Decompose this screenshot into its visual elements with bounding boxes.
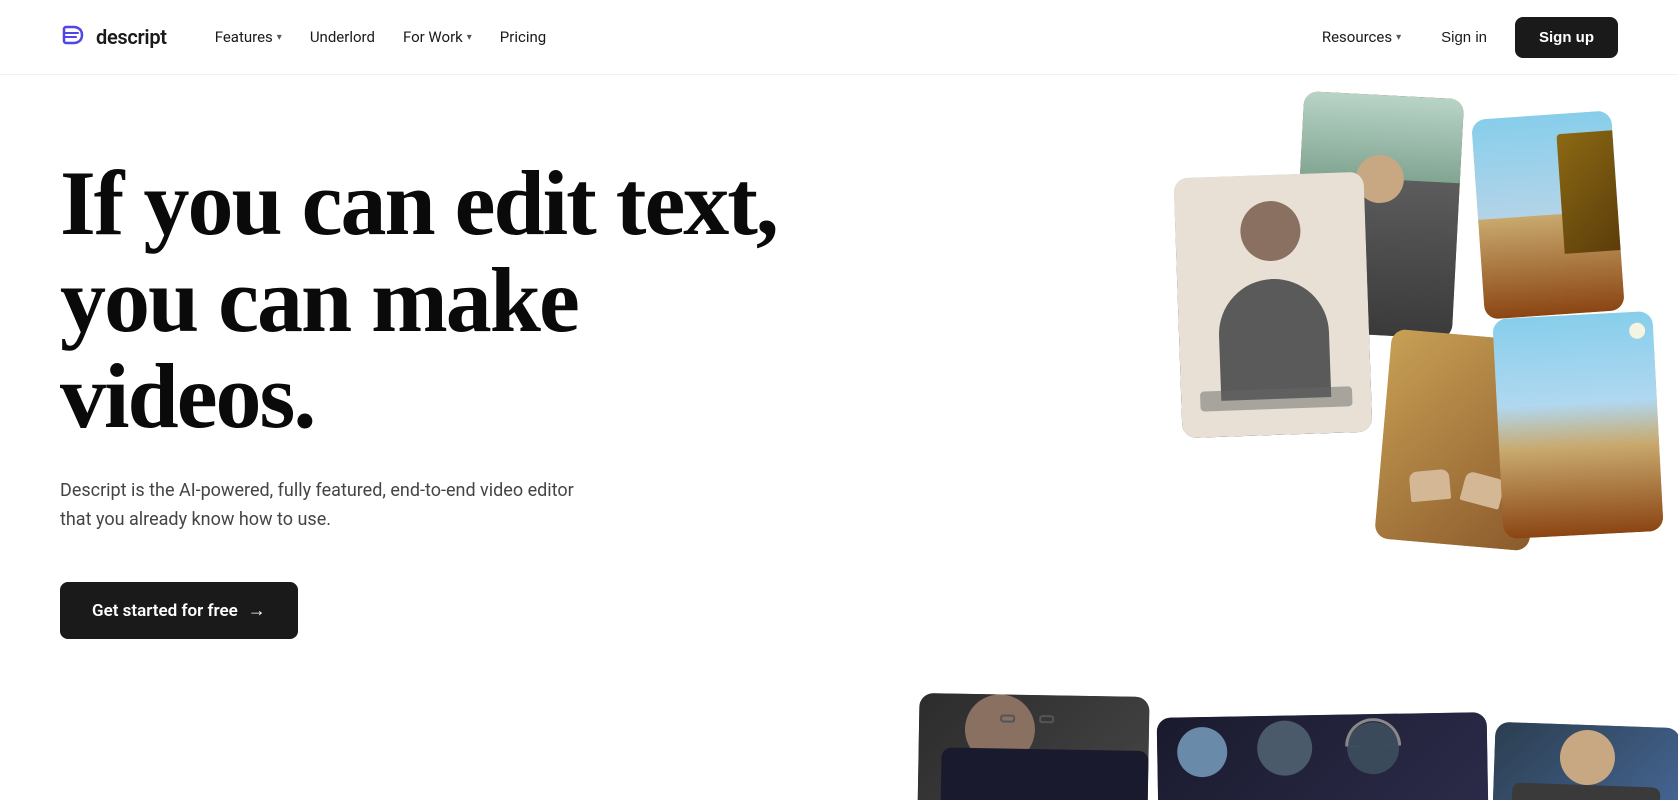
nav-features[interactable]: Features ▾ (203, 20, 294, 54)
nav-left: descript Features ▾ Underlord For Work ▾… (60, 20, 558, 54)
photo-card-7 (1157, 712, 1490, 800)
navbar: descript Features ▾ Underlord For Work ▾… (0, 0, 1678, 75)
resources-chevron-icon: ▾ (1396, 32, 1401, 43)
photo-card-1 (1292, 91, 1464, 339)
for-work-chevron-icon: ▾ (467, 32, 472, 43)
brand-name: descript (96, 25, 167, 49)
photo-card-4 (1374, 329, 1547, 552)
nav-right: Resources ▾ Sign in Sign up (1310, 17, 1618, 58)
features-chevron-icon: ▾ (277, 32, 282, 43)
nav-links: Features ▾ Underlord For Work ▾ Pricing (203, 20, 559, 54)
cta-label: Get started for free (92, 601, 238, 621)
hero-content: If you can edit text, you can make video… (60, 155, 810, 639)
photo-card-3 (1174, 172, 1373, 438)
photo-card-5 (1492, 311, 1663, 539)
photo-card-2 (1471, 110, 1625, 319)
photo-card-6 (916, 693, 1149, 800)
hero-subtitle: Descript is the AI-powered, fully featur… (60, 477, 580, 535)
descript-logo-icon (60, 23, 88, 51)
cta-button[interactable]: Get started for free → (60, 582, 298, 639)
hero-section: If you can edit text, you can make video… (0, 75, 1678, 800)
nav-for-work[interactable]: For Work ▾ (391, 20, 484, 54)
hero-title: If you can edit text, you can make video… (60, 155, 810, 445)
nav-pricing[interactable]: Pricing (488, 20, 558, 54)
photo-card-8 (1490, 722, 1678, 800)
nav-underlord[interactable]: Underlord (298, 20, 387, 54)
photo-collage (978, 75, 1678, 800)
sign-up-button[interactable]: Sign up (1515, 17, 1618, 58)
sign-in-button[interactable]: Sign in (1421, 19, 1507, 56)
cta-arrow-icon: → (248, 600, 266, 621)
logo[interactable]: descript (60, 23, 167, 51)
nav-resources[interactable]: Resources ▾ (1310, 20, 1413, 54)
